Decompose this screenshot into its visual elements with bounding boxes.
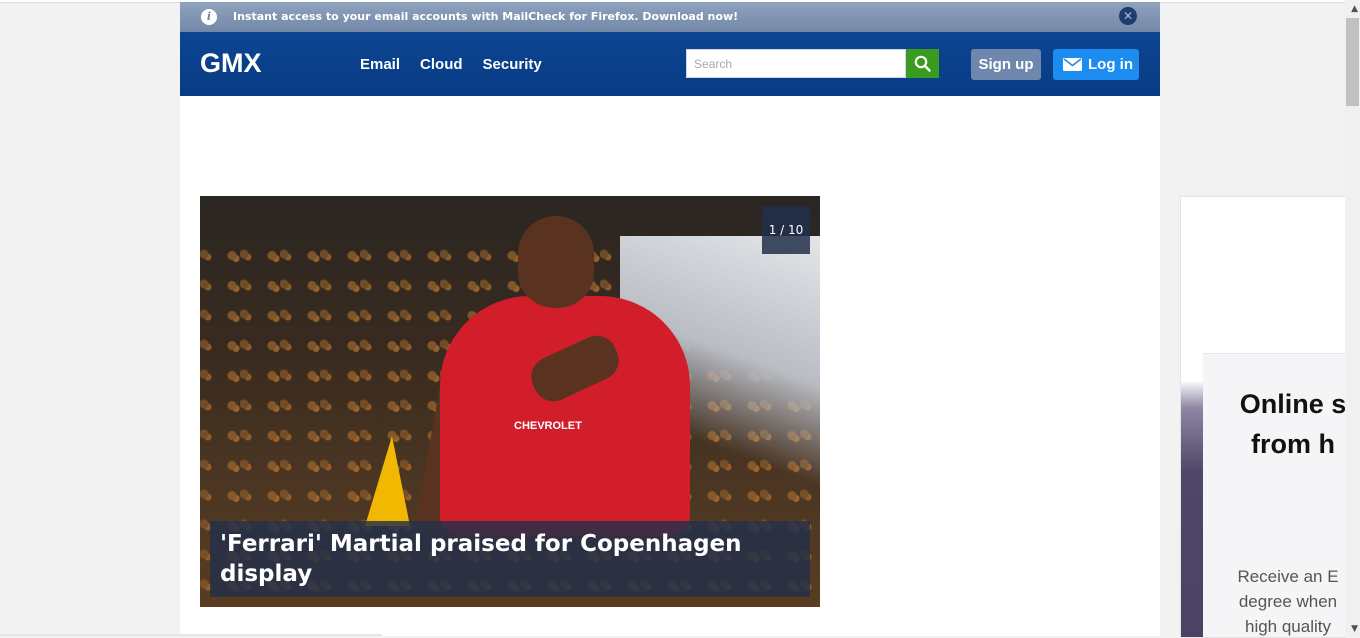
login-button[interactable]: Log in: [1053, 49, 1139, 80]
ad-side-strip: [1181, 382, 1203, 637]
infobar-message[interactable]: Instant access to your email accounts wi…: [233, 10, 738, 23]
player-head: [518, 216, 594, 308]
ad-card: Online s from h Receive an E degree when…: [1203, 353, 1346, 637]
signup-button[interactable]: Sign up: [971, 49, 1041, 80]
main-navbar: GMX Email Cloud Security Sign up Log in: [180, 32, 1160, 96]
login-label: Log in: [1088, 56, 1133, 73]
nav-security[interactable]: Security: [483, 56, 542, 73]
gmx-logo[interactable]: GMX: [200, 48, 262, 79]
slide-counter: 1 / 10: [762, 206, 810, 254]
ad-body-line2: degree when: [1238, 592, 1338, 611]
ad-title-line1: Online s: [1239, 389, 1346, 419]
player-shirt: [440, 296, 690, 536]
page-container: i Instant access to your email accounts …: [180, 2, 1160, 636]
scroll-up-icon[interactable]: ▲: [1351, 4, 1358, 14]
hero-headline[interactable]: 'Ferrari' Martial praised for Copenhagen…: [220, 529, 780, 589]
search-box: [686, 49, 906, 78]
search-icon: [914, 55, 931, 72]
ad-title: Online s from h: [1203, 384, 1346, 464]
ad-title-line2: from h: [1251, 429, 1335, 459]
ad-body-line1: Receive an E: [1237, 567, 1339, 586]
search-input[interactable]: [687, 50, 904, 77]
shirt-sponsor: CHEVROLET: [514, 420, 582, 432]
scroll-down-icon[interactable]: ▼: [1351, 624, 1358, 634]
envelope-icon: [1063, 58, 1082, 71]
side-advertisement[interactable]: Online s from h Receive an E degree when…: [1180, 196, 1346, 638]
mailcheck-infobar: i Instant access to your email accounts …: [180, 2, 1160, 32]
ad-body: Receive an E degree when high quality: [1203, 564, 1346, 637]
ad-body-line3: high quality: [1244, 617, 1331, 636]
hero-slideshow[interactable]: CHEVROLET 1 / 10 'Ferrari' Martial prais…: [200, 196, 820, 607]
nav-email[interactable]: Email: [360, 56, 400, 73]
hero-caption[interactable]: 'Ferrari' Martial praised for Copenhagen…: [210, 521, 810, 597]
info-icon: i: [201, 9, 217, 25]
close-icon[interactable]: ✕: [1119, 7, 1137, 25]
vertical-scrollbar[interactable]: ▲ ▼: [1345, 0, 1360, 636]
search-button[interactable]: [906, 49, 939, 78]
nav-cloud[interactable]: Cloud: [420, 56, 463, 73]
scrollbar-thumb[interactable]: [1346, 18, 1359, 106]
nav-links: Email Cloud Security: [360, 56, 542, 73]
